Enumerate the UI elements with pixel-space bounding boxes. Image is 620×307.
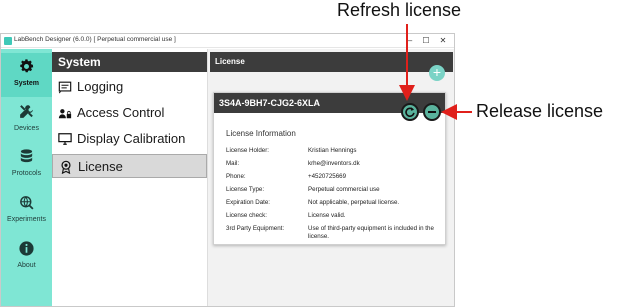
license-card: 3S4A-9BH7-CJG2-6XLA License Information …: [213, 92, 446, 245]
rail-label: Experiments: [7, 216, 46, 223]
info-icon: [19, 241, 34, 256]
title-bar: LabBench Designer (6.0.0) [ Perpetual co…: [1, 34, 454, 48]
release-license-button[interactable]: [423, 103, 441, 121]
info-value: krhe@inventors.dk: [308, 160, 360, 167]
rail-label: About: [17, 262, 36, 269]
license-info-title: License Information: [226, 129, 296, 138]
navigation-rail: System Devices Protocols Experiments Abo…: [1, 49, 52, 306]
menu-header: System: [52, 52, 207, 72]
refresh-license-button[interactable]: [401, 103, 419, 121]
panel-header: License: [210, 52, 453, 72]
users-lock-icon: [58, 109, 72, 119]
info-value: Not applicable, perpetual license.: [308, 199, 400, 206]
window-title: LabBench Designer (6.0.0) [ Perpetual co…: [14, 36, 176, 43]
maximize-button[interactable]: ☐: [419, 35, 433, 47]
info-key: Phone:: [226, 173, 246, 180]
menu-item-display-calibration[interactable]: Display Calibration: [52, 127, 207, 151]
app-window: LabBench Designer (6.0.0) [ Perpetual co…: [0, 33, 455, 307]
app-icon: [4, 37, 12, 45]
menu-item-label: License: [78, 159, 123, 174]
add-license-button[interactable]: +: [429, 65, 445, 81]
screenshot-stage: Refresh license Release license LabBench…: [0, 0, 620, 307]
rail-item-protocols[interactable]: Protocols: [1, 143, 52, 187]
log-icon: [58, 81, 72, 94]
info-key: Mail:: [226, 160, 240, 167]
close-button[interactable]: ✕: [436, 35, 450, 47]
rail-item-devices[interactable]: Devices: [1, 98, 52, 142]
refresh-icon: [405, 107, 415, 117]
rail-label: System: [14, 80, 39, 87]
system-menu: System Logging Access Control Display Ca…: [52, 49, 207, 306]
menu-item-label: Logging: [77, 79, 124, 94]
info-key: Expiration Date:: [226, 199, 271, 206]
refresh-license-annotation: Refresh license: [337, 0, 462, 20]
certificate-icon: [61, 160, 71, 174]
rail-item-experiments[interactable]: Experiments: [1, 189, 52, 233]
monitor-icon: [58, 133, 72, 145]
rail-item-system[interactable]: System: [1, 53, 52, 97]
menu-item-license[interactable]: License: [52, 154, 207, 178]
info-value: Perpetual commercial use: [308, 186, 380, 193]
info-value: License valid.: [308, 212, 346, 219]
menu-item-label: Access Control: [77, 105, 165, 120]
minimize-button[interactable]: –: [403, 35, 417, 47]
globe-icon: [20, 196, 34, 210]
menu-item-label: Display Calibration: [77, 131, 186, 146]
menu-item-logging[interactable]: Logging: [52, 75, 207, 99]
gear-icon: [20, 59, 34, 73]
info-value: Use of third-party equipment is included…: [308, 225, 434, 240]
rail-label: Protocols: [11, 170, 42, 177]
database-icon: [20, 149, 33, 163]
release-license-annotation: Release license: [476, 101, 604, 121]
rail-item-about[interactable]: About: [1, 235, 52, 279]
info-key: 3rd Party Equipment:: [226, 225, 285, 232]
info-key: License check:: [226, 212, 267, 219]
info-value: +4520725669: [308, 173, 347, 180]
info-value: Kristian Hennings: [308, 147, 357, 154]
info-key: License Holder:: [226, 147, 269, 154]
rail-label: Devices: [14, 125, 39, 132]
info-key: License Type:: [226, 186, 265, 193]
license-panel: License + 3S4A-9BH7-CJG2-6XLA License In…: [207, 49, 454, 306]
tools-icon: [20, 105, 33, 118]
menu-item-access-control[interactable]: Access Control: [52, 101, 207, 125]
